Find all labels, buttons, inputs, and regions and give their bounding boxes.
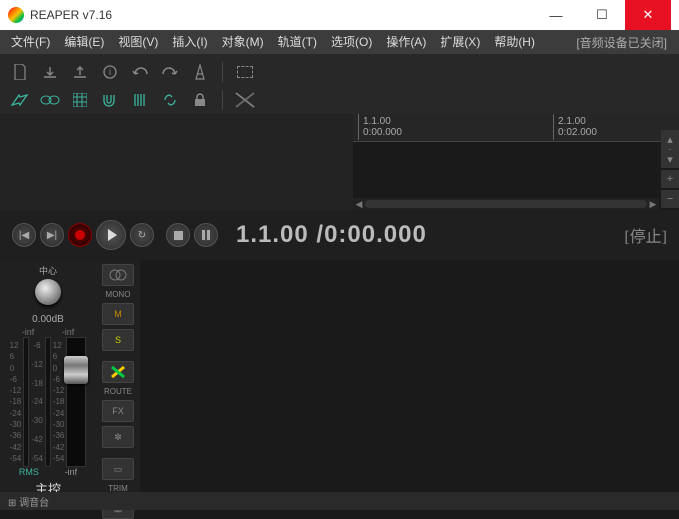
horizontal-scrollbar[interactable]: ◀ ▶ <box>353 198 659 210</box>
repeat-button[interactable]: ↻ <box>130 223 154 247</box>
grid-lines-icon[interactable] <box>128 89 152 111</box>
volume-fader[interactable] <box>66 337 86 467</box>
vu-meter-l <box>23 337 29 467</box>
ripple-edit-icon[interactable] <box>38 89 62 111</box>
meter-scale-right: 1260-6-12-18-24-30-36-42-54 <box>53 337 65 467</box>
menu-view[interactable]: 视图(V) <box>111 30 165 54</box>
meter-scale-left: 1260-6-12-18-24-30-36-42-54 <box>10 337 22 467</box>
app-icon <box>8 7 24 23</box>
rms-label: RMS <box>19 467 39 477</box>
menu-actions[interactable]: 操作(A) <box>379 30 433 54</box>
zoom-out-icon[interactable]: − <box>661 190 679 208</box>
open-project-icon[interactable] <box>38 61 62 83</box>
autocrossfade-icon[interactable] <box>8 89 32 111</box>
titlebar: REAPER v7.16 — ☐ ✕ <box>0 0 679 30</box>
toolbar: i <box>0 54 679 114</box>
window-title: REAPER v7.16 <box>30 8 533 22</box>
trim-button[interactable]: ▭ <box>102 458 134 480</box>
mixer-panel: 中心 0.00dB -inf -inf 1260-6-12-18-24-30-3… <box>0 260 679 504</box>
fx-button[interactable]: FX <box>102 400 134 422</box>
menu-edit[interactable]: 编辑(E) <box>57 30 111 54</box>
mono-label: MONO <box>96 290 140 299</box>
redo-icon[interactable] <box>158 61 182 83</box>
fader-cap[interactable] <box>64 356 88 384</box>
stop-button[interactable] <box>166 223 190 247</box>
project-settings-icon[interactable]: i <box>98 61 122 83</box>
ruler-mark: 1.1.000:00.000 <box>358 114 406 140</box>
master-track-strip: 中心 0.00dB -inf -inf 1260-6-12-18-24-30-3… <box>0 260 96 504</box>
maximize-button[interactable]: ☐ <box>579 0 625 30</box>
rms-value: -inf <box>65 467 78 477</box>
menu-track[interactable]: 轨道(T) <box>271 30 324 54</box>
menubar: 文件(F) 编辑(E) 视图(V) 插入(I) 对象(M) 轨道(T) 选项(O… <box>0 30 679 54</box>
fx-bypass-button[interactable]: ✼ <box>102 426 134 448</box>
transport-time-display[interactable]: 1.1.00 /0:00.000 <box>236 221 427 249</box>
mute-button[interactable]: M <box>102 303 134 325</box>
route-button[interactable] <box>102 361 134 383</box>
item-grouping-icon[interactable] <box>158 89 182 111</box>
pause-button[interactable] <box>194 223 218 247</box>
svg-text:i: i <box>109 67 111 77</box>
transport-bar: |◀ ▶| ↻ 1.1.00 /0:00.000 [停止] <box>0 210 679 260</box>
master-button-strip: MONO M S ROUTE FX ✼ ▭ TRIM ▥ <box>96 260 140 504</box>
close-button[interactable]: ✕ <box>625 0 671 30</box>
menu-options[interactable]: 选项(O) <box>324 30 379 54</box>
menu-item[interactable]: 对象(M) <box>215 30 271 54</box>
pan-label: 中心 <box>0 264 96 277</box>
vscroll-down-icon[interactable]: ▾ <box>661 150 679 168</box>
stereo-width-button[interactable] <box>102 264 134 286</box>
meter-scale-mid: -6-12-18-24-30-42-54 <box>31 337 43 467</box>
menu-insert[interactable]: 插入(I) <box>165 30 214 54</box>
peak-r: -inf <box>62 327 75 337</box>
scroll-left-icon[interactable]: ◀ <box>353 199 365 210</box>
statusbar: ⊞ 调音台 <box>0 492 679 510</box>
snap-icon[interactable] <box>98 89 122 111</box>
menu-extensions[interactable]: 扩展(X) <box>433 30 487 54</box>
vscroll-up-icon[interactable]: ▴ <box>661 130 679 148</box>
peak-l: -inf <box>22 327 35 337</box>
go-to-end-button[interactable]: ▶| <box>40 223 64 247</box>
pan-knob[interactable] <box>35 279 61 305</box>
solo-button[interactable]: S <box>102 329 134 351</box>
go-to-start-button[interactable]: |◀ <box>12 223 36 247</box>
arrange-view[interactable]: 1.1.000:00.000 2.1.000:02.000 ◦ ◀ ▶ ▴ ▾ … <box>353 114 679 210</box>
undo-icon[interactable] <box>128 61 152 83</box>
track-control-panel[interactable] <box>0 114 353 210</box>
transport-status: [停止] <box>624 223 667 247</box>
marquee-select-icon[interactable] <box>233 61 257 83</box>
mixer-tab-label[interactable]: ⊞ 调音台 <box>8 494 49 509</box>
envelope-icon[interactable] <box>233 89 257 111</box>
timeline-ruler[interactable]: 1.1.000:00.000 2.1.000:02.000 <box>353 114 679 142</box>
volume-db-readout[interactable]: 0.00dB <box>0 310 96 327</box>
menu-help[interactable]: 帮助(H) <box>487 30 542 54</box>
new-project-icon[interactable] <box>8 61 32 83</box>
main-area: 1.1.000:00.000 2.1.000:02.000 ◦ ◀ ▶ ▴ ▾ … <box>0 114 679 210</box>
lock-icon[interactable] <box>188 89 212 111</box>
route-label: ROUTE <box>96 387 140 396</box>
record-button[interactable] <box>68 223 92 247</box>
menu-file[interactable]: 文件(F) <box>4 30 57 54</box>
zoom-in-icon[interactable]: + <box>661 170 679 188</box>
minimize-button[interactable]: — <box>533 0 579 30</box>
metronome-icon[interactable] <box>188 61 212 83</box>
ruler-mark: 2.1.000:02.000 <box>553 114 601 140</box>
scroll-right-icon[interactable]: ▶ <box>647 199 659 210</box>
save-project-icon[interactable] <box>68 61 92 83</box>
grid-icon[interactable] <box>68 89 92 111</box>
vu-meter-r <box>45 337 51 467</box>
audio-device-status[interactable]: [音频设备已关闭] <box>576 34 675 51</box>
play-button[interactable] <box>96 220 126 250</box>
